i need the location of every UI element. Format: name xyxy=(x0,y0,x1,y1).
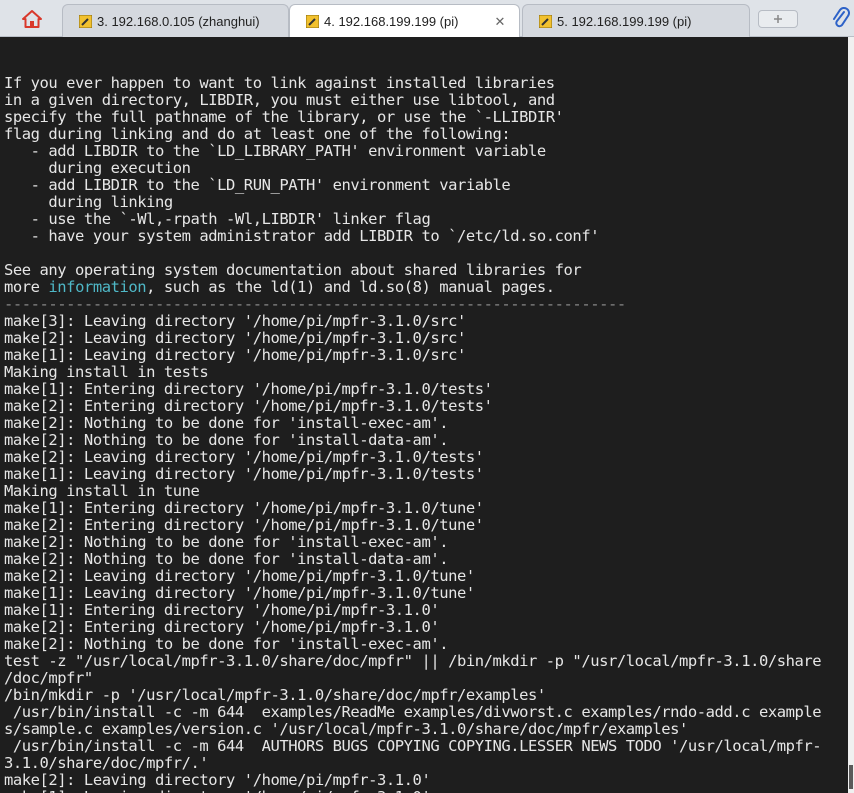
terminal-line: more information, such as the ld(1) and … xyxy=(4,278,555,296)
paperclip-icon xyxy=(833,7,850,28)
scrollbar-thumb[interactable] xyxy=(849,765,853,789)
terminal-line: make[2]: Entering directory '/home/pi/mp… xyxy=(4,618,440,636)
terminal-line: flag during linking and do at least one … xyxy=(4,125,511,143)
terminal-line: make[1]: Leaving directory '/home/pi/mpf… xyxy=(4,346,466,364)
terminal-line: Making install in tests xyxy=(4,363,209,381)
terminal-line: make[2]: Entering directory '/home/pi/mp… xyxy=(4,397,493,415)
new-tab-button[interactable] xyxy=(758,10,798,28)
terminal-line: s/sample.c examples/version.c '/usr/loca… xyxy=(4,720,688,738)
terminal-line: during execution xyxy=(4,159,191,177)
terminal-line: make[1]: Leaving directory '/home/pi/mpf… xyxy=(4,584,475,602)
terminal-line: make[3]: Leaving directory '/home/pi/mpf… xyxy=(4,312,466,330)
terminal-line: - have your system administrator add LIB… xyxy=(4,227,600,245)
terminal-line: 3.1.0/share/doc/mpfr/.' xyxy=(4,754,209,772)
wrench-tab-icon xyxy=(539,14,552,28)
tab-label: 3. 192.168.0.105 (zhanghui) xyxy=(97,13,260,29)
terminal-line: Making install in tune xyxy=(4,482,200,500)
terminal-line: make[2]: Leaving directory '/home/pi/mpf… xyxy=(4,567,475,585)
terminal-line: /doc/mpfr" xyxy=(4,669,93,687)
terminal-line: See any operating system documentation a… xyxy=(4,261,582,279)
terminal-line: make[2]: Leaving directory '/home/pi/mpf… xyxy=(4,771,431,789)
terminal-line: in a given directory, LIBDIR, you must e… xyxy=(4,91,555,109)
wrench-tab-icon xyxy=(79,14,92,28)
home-icon xyxy=(22,9,42,28)
wrench-tab-icon xyxy=(306,15,319,28)
tab-session-3[interactable]: 3. 192.168.0.105 (zhanghui) xyxy=(62,4,289,37)
terminal-line: ----------------------------------------… xyxy=(4,295,626,313)
terminal-line: /usr/bin/install -c -m 644 examples/Read… xyxy=(4,703,822,721)
close-tab-icon[interactable]: ✕ xyxy=(491,14,509,30)
terminal-line: - add LIBDIR to the `LD_LIBRARY_PATH' en… xyxy=(4,142,547,160)
terminal-line: make[1]: Entering directory '/home/pi/mp… xyxy=(4,380,493,398)
tab-session-4[interactable]: 4. 192.168.199.199 (pi) ✕ xyxy=(289,4,520,38)
tab-bar: 3. 192.168.0.105 (zhanghui) 4. 192.168.1… xyxy=(0,0,854,38)
terminal-line: during linking xyxy=(4,193,173,211)
tab-session-5[interactable]: 5. 192.168.199.199 (pi) xyxy=(522,4,750,37)
terminal-line: make[2]: Entering directory '/home/pi/mp… xyxy=(4,516,484,534)
terminal-line: make[2]: Nothing to be done for 'install… xyxy=(4,533,449,551)
terminal-line: make[2]: Nothing to be done for 'install… xyxy=(4,414,449,432)
terminal-line: make[1]: Entering directory '/home/pi/mp… xyxy=(4,601,440,619)
terminal-line: specify the full pathname of the library… xyxy=(4,108,564,126)
terminal-line: - add LIBDIR to the `LD_RUN_PATH' enviro… xyxy=(4,176,511,194)
terminal-line: make[2]: Leaving directory '/home/pi/mpf… xyxy=(4,448,484,466)
terminal-line: make[2]: Leaving directory '/home/pi/mpf… xyxy=(4,329,466,347)
home-button[interactable] xyxy=(4,3,60,34)
terminal-line: make[2]: Nothing to be done for 'install… xyxy=(4,635,449,653)
terminal-line: make[2]: Nothing to be done for 'install… xyxy=(4,550,449,568)
terminal-line: test -z "/usr/local/mpfr-3.1.0/share/doc… xyxy=(4,652,822,670)
terminal-line: make[2]: Nothing to be done for 'install… xyxy=(4,431,449,449)
attachment-button[interactable] xyxy=(832,6,850,30)
terminal-line: /bin/mkdir -p '/usr/local/mpfr-3.1.0/sha… xyxy=(4,686,546,704)
highlighted-word: information xyxy=(48,278,147,296)
terminal-line: - use the `-Wl,-rpath -Wl,LIBDIR' linker… xyxy=(4,210,431,228)
tab-label: 4. 192.168.199.199 (pi) xyxy=(324,14,459,29)
terminal-line: make[1]: Leaving directory '/home/pi/mpf… xyxy=(4,789,821,793)
terminal-line: /usr/bin/install -c -m 644 AUTHORS BUGS … xyxy=(4,737,822,755)
tab-label: 5. 192.168.199.199 (pi) xyxy=(557,13,692,29)
scrollbar[interactable] xyxy=(848,37,854,793)
terminal-text: If you ever happen to want to link again… xyxy=(4,58,822,793)
plus-icon xyxy=(774,15,782,23)
terminal-output[interactable]: If you ever happen to want to link again… xyxy=(0,37,848,793)
terminal-line: make[1]: Entering directory '/home/pi/mp… xyxy=(4,499,484,517)
terminal-line: make[1]: Leaving directory '/home/pi/mpf… xyxy=(4,465,484,483)
terminal-line: If you ever happen to want to link again… xyxy=(4,74,555,92)
